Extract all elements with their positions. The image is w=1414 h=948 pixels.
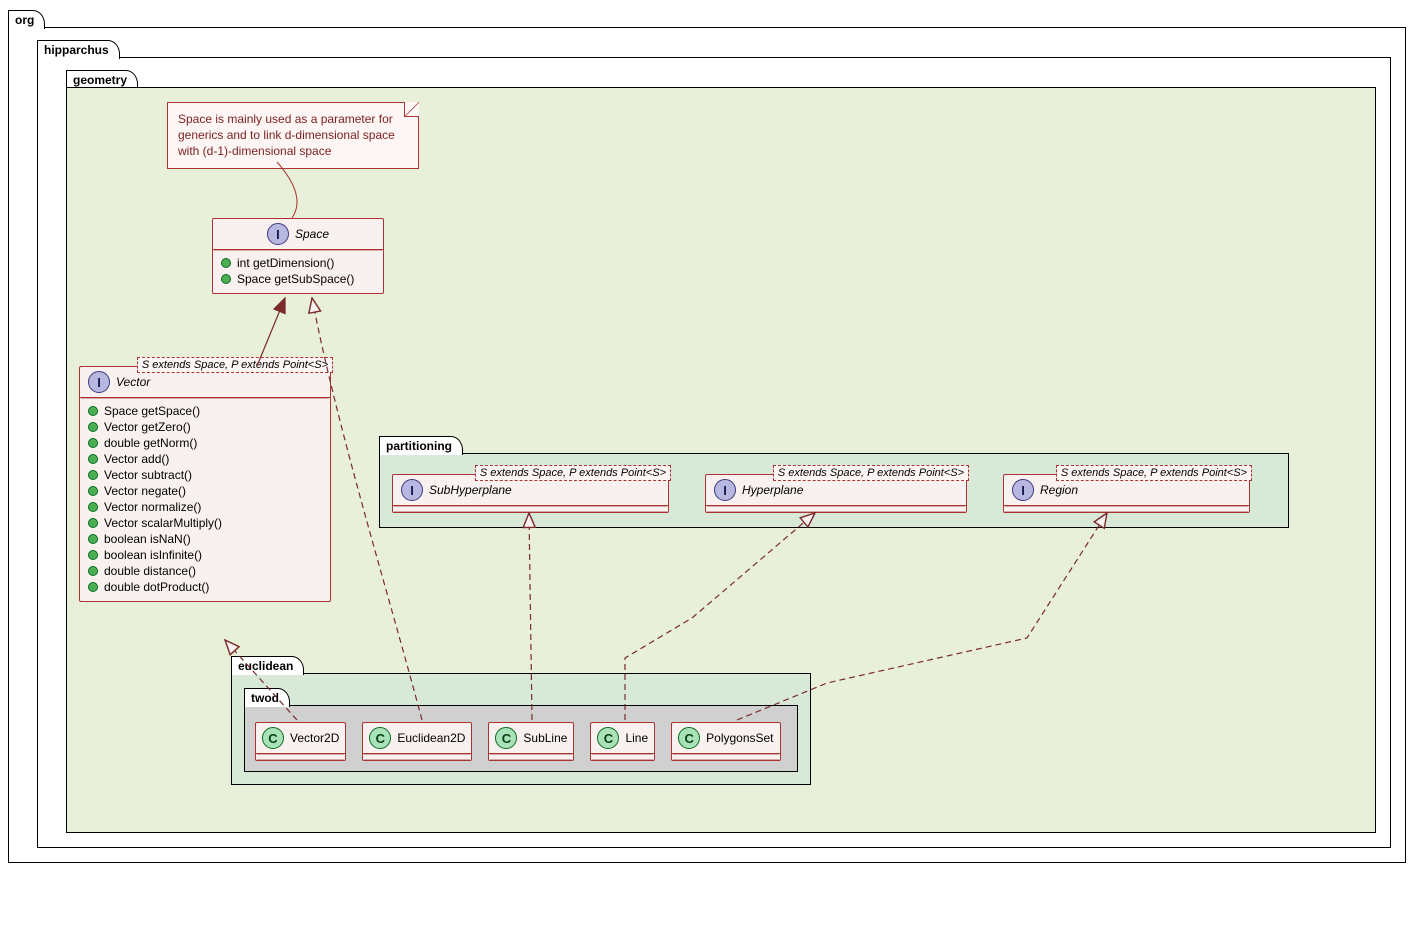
interface-region: S extends Space, P extends Point<S> I Re… xyxy=(1003,474,1248,513)
space-name: Space xyxy=(295,227,329,241)
method: Vector scalarMultiply() xyxy=(88,515,322,531)
method: double dotProduct() xyxy=(88,579,322,595)
class-euclidean2d: C Euclidean2D xyxy=(362,722,472,761)
package-twod: twod C Vector2D xyxy=(244,686,798,772)
class-icon: C xyxy=(678,727,700,749)
interface-subhyperplane: S extends Space, P extends Point<S> I Su… xyxy=(392,474,667,513)
public-icon xyxy=(88,422,98,432)
line-name: Line xyxy=(625,731,648,745)
package-geometry-tab: geometry xyxy=(66,70,138,89)
public-icon xyxy=(88,550,98,560)
method: Vector getZero() xyxy=(88,419,322,435)
package-hipparchus-tab: hipparchus xyxy=(37,40,120,59)
class-icon: C xyxy=(369,727,391,749)
package-euclidean: euclidean twod xyxy=(231,654,811,785)
template-params: S extends Space, P extends Point<S> xyxy=(137,357,333,373)
interface-space: I Space int getDimension() Space getSubS… xyxy=(212,218,382,294)
class-icon: C xyxy=(262,727,284,749)
method: double distance() xyxy=(88,563,322,579)
public-icon xyxy=(88,518,98,528)
class-icon: C xyxy=(495,727,517,749)
package-geometry: geometry Space is mainly used as a param… xyxy=(66,68,1376,833)
method: Vector subtract() xyxy=(88,467,322,483)
interface-hyperplane: S extends Space, P extends Point<S> I Hy… xyxy=(705,474,965,513)
interface-icon: I xyxy=(401,479,423,501)
package-partitioning-tab: partitioning xyxy=(379,436,463,455)
interface-icon: I xyxy=(714,479,736,501)
interface-vector: S extends Space, P extends Point<S> I Ve… xyxy=(79,366,329,602)
method: Space getSpace() xyxy=(88,403,322,419)
package-partitioning: partitioning S extends Space, P extends … xyxy=(379,434,1289,528)
note-corner-icon xyxy=(404,102,419,117)
class-line: C Line xyxy=(590,722,655,761)
note-space: Space is mainly used as a parameter for … xyxy=(167,102,419,169)
template-params: S extends Space, P extends Point<S> xyxy=(1056,465,1252,481)
public-icon xyxy=(88,454,98,464)
method: double getNorm() xyxy=(88,435,322,451)
note-text: Space is mainly used as a parameter for … xyxy=(178,112,395,158)
public-icon xyxy=(88,438,98,448)
public-icon xyxy=(88,486,98,496)
rel-vector-space xyxy=(257,298,285,366)
method: boolean isInfinite() xyxy=(88,547,322,563)
class-polygonsset: C PolygonsSet xyxy=(671,722,780,761)
template-params: S extends Space, P extends Point<S> xyxy=(773,465,969,481)
subline-name: SubLine xyxy=(523,731,567,745)
public-icon xyxy=(221,274,231,284)
interface-icon: I xyxy=(88,371,110,393)
package-euclidean-tab: euclidean xyxy=(231,656,304,675)
note-link xyxy=(277,162,297,218)
package-org: org hipparchus geometry Space is mainly … xyxy=(8,8,1406,863)
template-params: S extends Space, P extends Point<S> xyxy=(475,465,671,481)
polygonsset-name: PolygonsSet xyxy=(706,731,773,745)
region-name: Region xyxy=(1040,483,1078,497)
public-icon xyxy=(88,582,98,592)
method: Vector normalize() xyxy=(88,499,322,515)
public-icon xyxy=(88,566,98,576)
package-hipparchus: hipparchus geometry Space is mainly used… xyxy=(37,38,1391,848)
method: boolean isNaN() xyxy=(88,531,322,547)
method: Vector negate() xyxy=(88,483,322,499)
vector2d-name: Vector2D xyxy=(290,731,339,745)
interface-icon: I xyxy=(1012,479,1034,501)
package-org-tab: org xyxy=(8,10,45,29)
euclidean2d-name: Euclidean2D xyxy=(397,731,465,745)
public-icon xyxy=(88,470,98,480)
class-vector2d: C Vector2D xyxy=(255,722,346,761)
subhyperplane-name: SubHyperplane xyxy=(429,483,512,497)
interface-icon: I xyxy=(267,223,289,245)
public-icon xyxy=(88,502,98,512)
public-icon xyxy=(88,534,98,544)
vector-name: Vector xyxy=(116,375,150,389)
method: Vector add() xyxy=(88,451,322,467)
method: int getDimension() xyxy=(221,255,375,271)
hyperplane-name: Hyperplane xyxy=(742,483,803,497)
package-twod-tab: twod xyxy=(244,688,290,707)
class-icon: C xyxy=(597,727,619,749)
public-icon xyxy=(221,258,231,268)
class-subline: C SubLine xyxy=(488,722,574,761)
method: Space getSubSpace() xyxy=(221,271,375,287)
public-icon xyxy=(88,406,98,416)
